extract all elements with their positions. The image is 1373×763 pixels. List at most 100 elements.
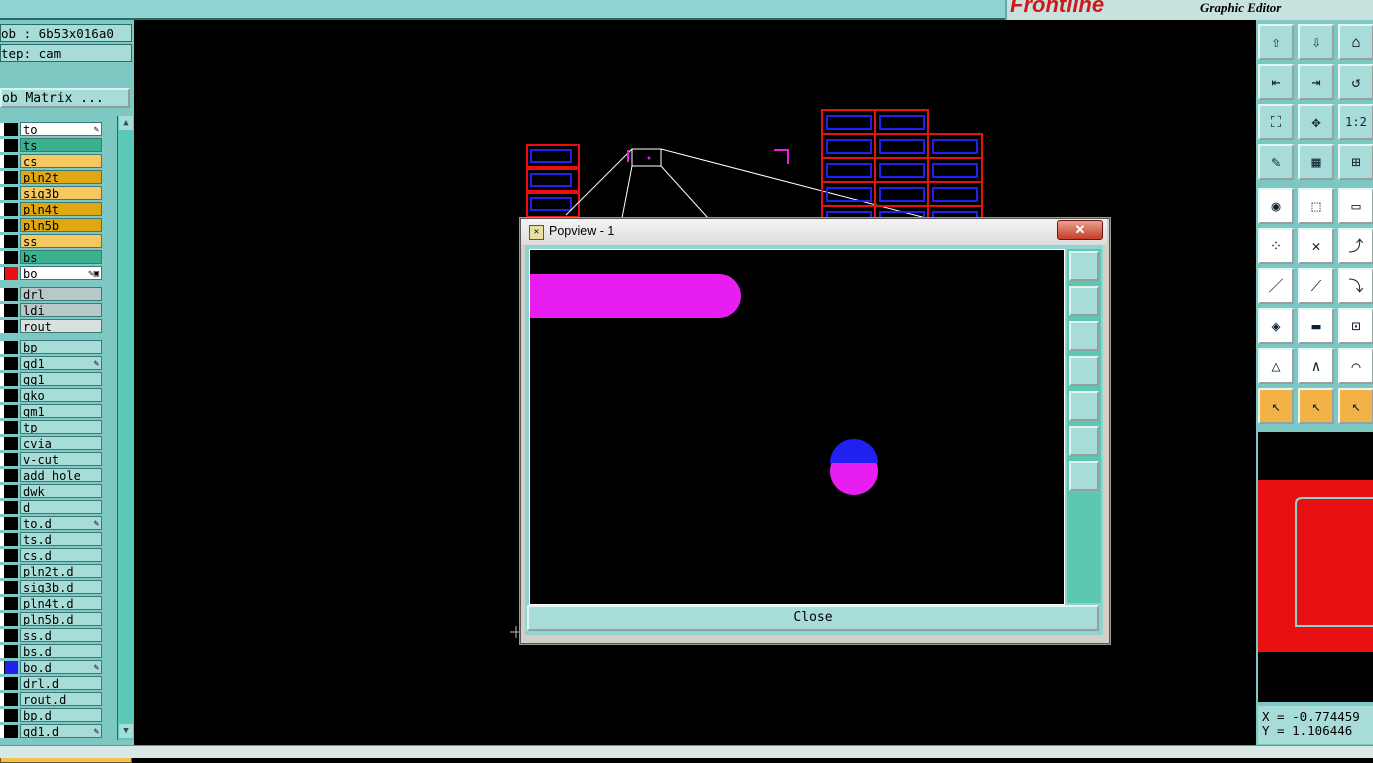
layer-name[interactable]: ts.d	[20, 532, 102, 546]
layer-row[interactable]: v-cut	[0, 452, 104, 467]
layer-color-swatch[interactable]	[5, 171, 18, 184]
layer-color-swatch[interactable]	[5, 219, 18, 232]
popview-close-button[interactable]: Close	[527, 605, 1099, 631]
layer-name[interactable]: pln4t.d	[20, 596, 102, 610]
connect-icon[interactable]: ⤴	[1338, 228, 1373, 264]
layer-name[interactable]: ldi	[20, 303, 102, 317]
pointer-circle-icon[interactable]: ↖	[1338, 388, 1373, 424]
layer-name[interactable]: ss.d	[20, 628, 102, 642]
layer-row[interactable]: cs	[0, 154, 104, 169]
scale-icon[interactable]: 1:2	[1338, 104, 1373, 140]
layer-row[interactable]: bo ✎▣	[0, 266, 104, 281]
layer-color-swatch[interactable]	[5, 373, 18, 386]
pan-left-icon[interactable]: ⇤	[1258, 64, 1294, 100]
layer-row[interactable]: gd1 ✎	[0, 356, 104, 371]
arc-icon[interactable]: ⤵	[1338, 268, 1373, 304]
layer-color-swatch[interactable]	[5, 187, 18, 200]
layer-name[interactable]: pln2t.d	[20, 564, 102, 578]
layer-color-swatch[interactable]	[5, 581, 18, 594]
zoom-center-icon[interactable]: ✥	[1298, 104, 1334, 140]
layer-scrollbar[interactable]: ▲ ▼	[117, 116, 134, 740]
probe-icon[interactable]: ✎	[1258, 144, 1294, 180]
layer-row[interactable]: ldi	[0, 303, 104, 318]
measure-edge-icon[interactable]: ⬚	[1298, 188, 1334, 224]
layer-name[interactable]: sig3b	[20, 186, 102, 200]
popview-zoom-fit-icon[interactable]	[1069, 426, 1099, 456]
layer-name[interactable]: cvia	[20, 436, 102, 450]
home-icon[interactable]: ⌂	[1338, 24, 1373, 60]
layer-color-swatch[interactable]	[5, 661, 18, 674]
popview-pan-left-icon[interactable]	[1069, 356, 1099, 386]
layer-row[interactable]: sig3b	[0, 186, 104, 201]
layer-row[interactable]: pln4t.d	[0, 596, 104, 611]
scroll-up-icon[interactable]: ▲	[119, 116, 133, 130]
layer-name[interactable]: to ✎	[20, 122, 102, 136]
layer-color-swatch[interactable]	[5, 304, 18, 317]
layer-row[interactable]: rout.d	[0, 692, 104, 707]
popview-close-icon[interactable]: ✕	[1057, 220, 1103, 240]
popview-zoom-icon[interactable]	[1069, 251, 1099, 281]
page-up-icon[interactable]: ⇧	[1258, 24, 1294, 60]
layer-name[interactable]: d	[20, 500, 102, 514]
layer-row[interactable]: cvia	[0, 436, 104, 451]
popview-titlebar[interactable]: ✕ Popview - 1 ✕	[521, 219, 1107, 245]
layer-row[interactable]: tp	[0, 420, 104, 435]
layer-row[interactable]: cs.d	[0, 548, 104, 563]
point-icon[interactable]: ◈	[1258, 308, 1294, 344]
layer-name[interactable]: ss	[20, 234, 102, 248]
layer-color-swatch[interactable]	[5, 155, 18, 168]
layer-row[interactable]: to ✎	[0, 122, 104, 137]
layer-color-swatch[interactable]	[5, 437, 18, 450]
layer-row[interactable]: gko	[0, 388, 104, 403]
layer-row[interactable]: add_hole	[0, 468, 104, 483]
layer-color-swatch[interactable]	[5, 235, 18, 248]
layer-row[interactable]: ss	[0, 234, 104, 249]
layer-row[interactable]: to.d ✎	[0, 516, 104, 531]
layer-row[interactable]: rout	[0, 319, 104, 334]
layer-row[interactable]: gm1	[0, 404, 104, 419]
layer-name[interactable]: tp	[20, 420, 102, 434]
layer-name[interactable]: to.d ✎	[20, 516, 102, 530]
layer-color-swatch[interactable]	[5, 267, 18, 280]
pan-right-icon[interactable]: ⇥	[1298, 64, 1334, 100]
layer-row[interactable]: pln2t.d	[0, 564, 104, 579]
layer-color-swatch[interactable]	[5, 251, 18, 264]
layer-name[interactable]: dwk	[20, 484, 102, 498]
layer-row[interactable]: sig3b.d	[0, 580, 104, 595]
layer-color-swatch[interactable]	[5, 341, 18, 354]
layer-row[interactable]: pln4t	[0, 202, 104, 217]
cross-select-icon[interactable]: ✕	[1298, 228, 1334, 264]
popview-page-down-icon[interactable]	[1069, 321, 1099, 351]
layer-row[interactable]: pln2t	[0, 170, 104, 185]
layer-row[interactable]: dwk	[0, 484, 104, 499]
grid-icon[interactable]: ▦	[1298, 144, 1334, 180]
layer-name[interactable]: gm1	[20, 404, 102, 418]
layer-name[interactable]: pln2t	[20, 170, 102, 184]
layer-color-swatch[interactable]	[5, 565, 18, 578]
layer-row[interactable]: ts.d	[0, 532, 104, 547]
layer-color-swatch[interactable]	[5, 389, 18, 402]
layer-color-swatch[interactable]	[5, 629, 18, 642]
popview-canvas[interactable]	[529, 249, 1065, 605]
layer-name[interactable]: sig3b.d	[20, 580, 102, 594]
layer-color-swatch[interactable]	[5, 203, 18, 216]
line-tool-icon[interactable]: ⟋	[1298, 268, 1334, 304]
popview-pan-right-icon[interactable]	[1069, 391, 1099, 421]
layer-row[interactable]: pln5b.d	[0, 612, 104, 627]
ruler-icon[interactable]: ▭	[1338, 188, 1373, 224]
layer-name[interactable]: drl	[20, 287, 102, 301]
layer-color-swatch[interactable]	[5, 677, 18, 690]
layer-name[interactable]: v-cut	[20, 452, 102, 466]
layer-color-swatch[interactable]	[5, 123, 18, 136]
popview-zoom-center-icon[interactable]	[1069, 461, 1099, 491]
layer-color-swatch[interactable]	[5, 421, 18, 434]
layer-row[interactable]: drl	[0, 287, 104, 302]
dimension-icon[interactable]: ⊡	[1338, 308, 1373, 344]
layer-name[interactable]: pln5b	[20, 218, 102, 232]
layer-row[interactable]: bo.d ✎	[0, 660, 104, 675]
layer-name[interactable]: gd1.d ✎	[20, 724, 102, 738]
angle-icon[interactable]: △	[1258, 348, 1294, 384]
layer-color-swatch[interactable]	[5, 139, 18, 152]
peak-icon[interactable]: ∧	[1298, 348, 1334, 384]
layer-row[interactable]: gg1	[0, 372, 104, 387]
